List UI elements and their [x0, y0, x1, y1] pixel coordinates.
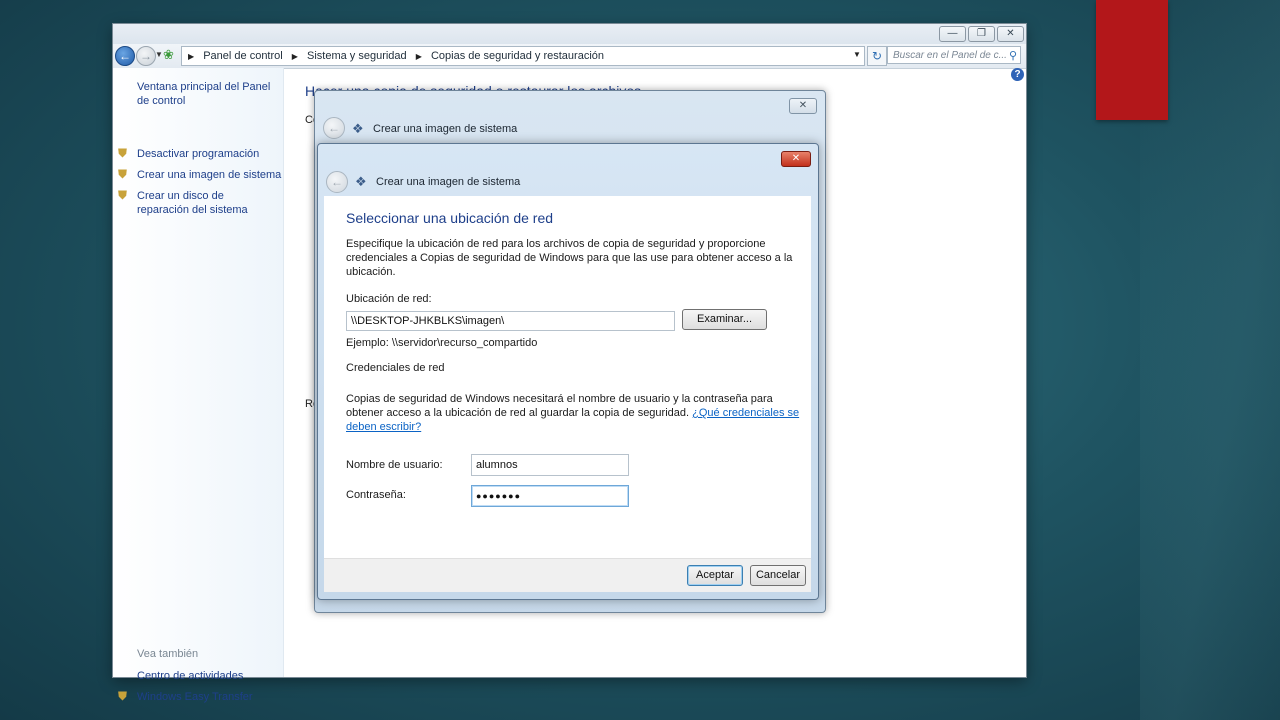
cancel-button[interactable]: Cancelar — [750, 565, 806, 586]
outer-dialog-title: Crear una imagen de sistema — [373, 123, 518, 135]
sidebar-link-action-center[interactable]: Centro de actividades — [137, 669, 243, 683]
shield-icon: ⛊ — [118, 188, 128, 202]
browse-button[interactable]: Examinar... — [682, 309, 767, 330]
sidebar-task-create-system-image[interactable]: Crear una imagen de sistema — [137, 168, 281, 182]
dialog-footer: Aceptar Cancelar — [324, 558, 811, 592]
address-dropdown-icon[interactable]: ▼ — [853, 50, 861, 59]
dialog-intro-text: Especifique la ubicación de red para los… — [346, 238, 793, 278]
back-arrow-icon[interactable]: ← — [323, 117, 345, 139]
chevron-right-icon[interactable]: ▶ — [416, 48, 422, 66]
dialog-title: Crear una imagen de sistema — [376, 176, 521, 188]
system-image-icon: ❖ — [355, 174, 367, 189]
dialog-heading: Seleccionar una ubicación de red — [346, 210, 554, 226]
sidebar-home-link[interactable]: Ventana principal del Panel de control — [137, 80, 279, 108]
slide-accent-bar — [1096, 0, 1168, 120]
password-input[interactable]: ●●●●●●● — [471, 485, 629, 507]
control-panel-icon: ❀ — [163, 47, 174, 62]
search-input[interactable]: Buscar en el Panel de c... ⚲ — [887, 46, 1021, 64]
close-icon[interactable]: ✕ — [789, 98, 817, 114]
network-location-label: Ubicación de red: — [346, 293, 432, 305]
back-arrow-icon[interactable]: ← — [326, 171, 348, 193]
close-icon[interactable]: ✕ — [997, 26, 1024, 42]
shield-icon: ⛊ — [118, 146, 128, 160]
close-icon[interactable]: ✕ — [781, 151, 811, 167]
credentials-text: Copias de seguridad de Windows necesitar… — [346, 392, 801, 434]
shield-icon: ⛊ — [118, 689, 128, 703]
username-input[interactable]: alumnos — [471, 454, 629, 476]
network-location-input[interactable]: \\DESKTOP-JHKBLKS\imagen\ — [346, 311, 675, 331]
sidebar-task-disable-schedule[interactable]: Desactivar programación — [137, 147, 259, 161]
system-image-icon: ❖ — [352, 121, 364, 136]
dialog-content: Seleccionar una ubicación de red Especif… — [324, 196, 811, 592]
sidebar: Ventana principal del Panel de control ⛊… — [113, 68, 284, 703]
restore-icon[interactable]: ❐ — [968, 26, 995, 42]
username-label: Nombre de usuario: — [346, 459, 443, 471]
help-icon[interactable]: ? — [1011, 68, 1024, 81]
see-also-title: Vea también — [137, 648, 199, 660]
back-arrow-icon[interactable]: ← — [115, 46, 135, 66]
sidebar-link-easy-transfer[interactable]: Windows Easy Transfer — [137, 690, 253, 704]
sidebar-task-create-repair-disc[interactable]: Crear un disco de reparación del sistema — [137, 189, 277, 217]
chevron-right-icon[interactable]: ▶ — [292, 48, 298, 66]
ok-button[interactable]: Aceptar — [687, 565, 743, 586]
breadcrumb-item[interactable]: Panel de control — [203, 47, 283, 65]
breadcrumb[interactable]: ▶ Panel de control ▶ Sistema y seguridad… — [181, 46, 865, 66]
example-text: Ejemplo: \\servidor\recurso_compartido — [346, 337, 538, 349]
address-bar: ← → ▼ ❀ ▶ Panel de control ▶ Sistema y s… — [113, 44, 1026, 69]
refresh-icon[interactable]: ↻ — [867, 46, 887, 66]
breadcrumb-item[interactable]: Copias de seguridad y restauración — [431, 47, 604, 65]
window-titlebar: — ❐ ✕ — [113, 24, 1026, 44]
password-label: Contraseña: — [346, 489, 406, 501]
search-icon[interactable]: ⚲ — [1009, 47, 1017, 65]
minimize-icon[interactable]: — — [939, 26, 966, 42]
chevron-right-icon[interactable]: ▶ — [188, 48, 194, 66]
shield-icon: ⛊ — [118, 167, 128, 181]
credentials-title: Credenciales de red — [346, 362, 445, 374]
breadcrumb-item[interactable]: Sistema y seguridad — [307, 47, 407, 65]
forward-arrow-icon[interactable]: → — [136, 46, 156, 66]
history-dropdown-icon[interactable]: ▼ — [155, 50, 163, 59]
search-placeholder: Buscar en el Panel de c... — [893, 50, 1007, 61]
system-image-dialog: ✕ ← ❖ Crear una imagen de sistema Selecc… — [317, 143, 819, 600]
